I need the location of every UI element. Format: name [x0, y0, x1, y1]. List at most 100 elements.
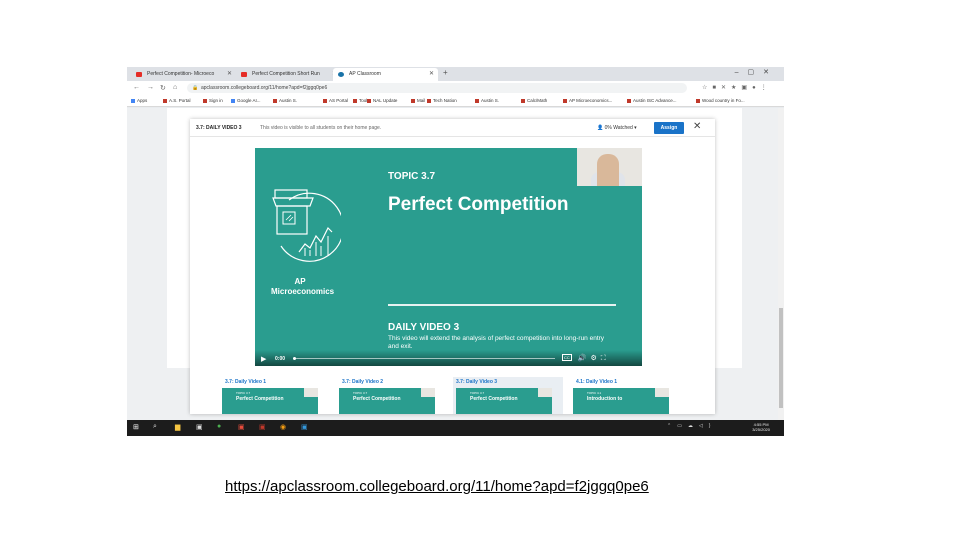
bookmark-item[interactable]: Calc/Math	[521, 98, 547, 103]
address-input[interactable]: 🔒 apclassroom.collegeboard.org/11/home?a…	[187, 83, 687, 93]
taskbar-clock[interactable]: 4:55 PM 3/25/2020	[752, 422, 770, 432]
bookmark-item[interactable]: Google AI...	[231, 98, 261, 103]
thumbnail-label: 3.7: Daily Video 3	[456, 379, 498, 385]
close-tab-icon[interactable]: ✕	[429, 70, 434, 77]
course-name: AP Microeconomics	[271, 277, 335, 296]
new-tab-icon[interactable]: +	[443, 68, 448, 77]
topic-label: TOPIC 3.7	[388, 171, 436, 182]
thumbnail-label: 3.7: Daily Video 2	[342, 379, 384, 385]
office-icon[interactable]: ▣	[238, 423, 245, 431]
bookmark-icon	[411, 99, 415, 103]
thumbnail-label: 3.7: Daily Video 1	[225, 379, 267, 385]
thumbnail-card: TOPIC 3.7 Perfect Competition	[456, 388, 552, 414]
bookmark-icon	[563, 99, 567, 103]
bookmark-icon	[475, 99, 479, 103]
captions-icon[interactable]: CC	[562, 354, 572, 361]
assign-button[interactable]: Assign	[654, 122, 684, 134]
player-icons: CC 🔊⚙⛶	[562, 354, 610, 363]
progress-bar[interactable]	[293, 357, 555, 360]
video-title: Perfect Competition	[388, 194, 569, 215]
bookmark-icon	[231, 99, 235, 103]
thumbnail-webcam	[538, 388, 552, 397]
close-icon[interactable]: ✕	[693, 121, 701, 132]
home-icon[interactable]: ⌂	[173, 84, 177, 91]
video-controls: ▶ 0:00 CC 🔊⚙⛶	[255, 350, 642, 366]
apclassroom-link[interactable]: https://apclassroom.collegeboard.org/11/…	[225, 478, 649, 495]
browser-tab-active[interactable]: AP Classroom ✕	[333, 68, 438, 81]
bookmark-item[interactable]: AS Portal	[323, 98, 348, 103]
presenter-head	[597, 154, 619, 186]
scrollbar-thumb[interactable]	[779, 308, 783, 408]
chrome-icon[interactable]: ◉	[280, 423, 286, 431]
apps-icon	[131, 99, 135, 103]
fullscreen-icon[interactable]: ⛶	[601, 355, 610, 362]
bookmarks-bar: Apps A.S. Portal Sign in Google AI... Au…	[127, 95, 784, 107]
thumbnail-card: TOPIC 4.1 Introduction to	[573, 388, 669, 414]
windows-start-icon[interactable]: ⊞	[133, 423, 139, 431]
bookmark-item[interactable]: Sign in	[203, 98, 223, 103]
thumbnail-item[interactable]: 3.7: Daily Video 1 TOPIC 3.7 Perfect Comp…	[222, 377, 332, 414]
app-icon[interactable]: ▣	[301, 423, 308, 431]
browser-tab[interactable]: Perfect Competition- Microeco ✕	[131, 68, 236, 81]
bookmark-icon	[367, 99, 371, 103]
bookmark-item[interactable]: AP Microeconomics...	[563, 98, 612, 103]
browser-tab[interactable]: Perfect Competition Short Run ✕	[236, 68, 341, 81]
watched-status: 👤 0% Watched ▾	[597, 125, 637, 131]
bookmark-item[interactable]: Austin S.	[273, 98, 297, 103]
modal-title: 3.7: DAILY VIDEO 3	[196, 125, 242, 131]
pdf-icon[interactable]: ▣	[259, 423, 266, 431]
search-icon[interactable]: ⌕	[153, 423, 157, 431]
video-description: This video will extend the analysis of p…	[388, 335, 605, 350]
bookmark-icon	[203, 99, 207, 103]
thumbnail-card: TOPIC 3.7 Perfect Competition	[222, 388, 318, 414]
bookmark-item[interactable]: NAL Update	[367, 98, 397, 103]
bookmark-icon	[627, 99, 631, 103]
thumbnail-item[interactable]: 3.7: Daily Video 2 TOPIC 3.7 Perfect Comp…	[339, 377, 449, 414]
thumbnail-webcam	[421, 388, 435, 397]
browser-tab-bar: Perfect Competition- Microeco ✕ Perfect …	[127, 67, 784, 81]
tab-label: AP Classroom	[349, 71, 381, 77]
bookmark-item[interactable]: Apps	[131, 98, 147, 103]
thumbnail-item-selected[interactable]: 3.7: Daily Video 3 TOPIC 3.7 Perfect Comp…	[453, 377, 563, 414]
modal-header: 3.7: DAILY VIDEO 3 This video is visible…	[190, 119, 715, 137]
daily-video-label: DAILY VIDEO 3	[388, 322, 460, 333]
video-time: 0:00	[275, 356, 286, 362]
store-icon[interactable]: ▣	[196, 423, 203, 431]
divider	[388, 304, 616, 306]
video-player[interactable]: AP Microeconomics TOPIC 3.7 Perfect Comp…	[255, 148, 642, 366]
bookmark-icon	[696, 99, 700, 103]
play-icon[interactable]: ▶	[261, 355, 266, 363]
file-explorer-icon[interactable]: ▆	[175, 423, 180, 431]
bookmark-item[interactable]: Austin S.	[475, 98, 499, 103]
thumbnail-webcam	[304, 388, 318, 397]
settings-icon[interactable]: ⚙	[590, 355, 600, 362]
address-bar-row: ← → ↻ ⌂ 🔒 apclassroom.collegeboard.org/1…	[127, 81, 784, 95]
thumbnail-card: TOPIC 3.7 Perfect Competition	[339, 388, 435, 414]
system-tray-icons[interactable]: ⌃▭☁◁)	[667, 423, 716, 429]
extension-icons[interactable]: ☆■✕★▣●⋮	[702, 84, 772, 91]
ap-icon	[338, 72, 344, 77]
tab-label: Perfect Competition Short Run	[252, 71, 320, 77]
close-tab-icon[interactable]: ✕	[227, 70, 232, 77]
bookmark-icon	[323, 99, 327, 103]
bookmark-item[interactable]: Tech Nation	[427, 98, 457, 103]
video-modal: 3.7: DAILY VIDEO 3 This video is visible…	[190, 119, 715, 414]
youtube-icon	[136, 72, 142, 77]
bookmark-icon	[273, 99, 277, 103]
storefront-chart-icon	[272, 189, 341, 262]
bookmark-item[interactable]: Wood country in Fo...	[696, 98, 745, 103]
bookmark-item[interactable]: Mail	[411, 98, 425, 103]
thumbnail-item[interactable]: 4.1: Daily Video 1 TOPIC 4.1 Introduction…	[573, 377, 683, 414]
back-icon[interactable]: ←	[133, 84, 140, 91]
page-scrollbar[interactable]	[778, 108, 784, 420]
progress-handle[interactable]	[293, 357, 296, 360]
thumbnail-webcam	[655, 388, 669, 397]
bookmark-item[interactable]: A.S. Portal	[163, 98, 191, 103]
bookmark-item[interactable]: Austin ISC Advance...	[627, 98, 677, 103]
volume-icon[interactable]: 🔊	[578, 355, 591, 362]
reload-icon[interactable]: ↻	[160, 84, 166, 92]
forward-icon[interactable]: →	[147, 84, 154, 91]
presenter-webcam	[577, 148, 642, 186]
chrome-alt-icon[interactable]: ●	[217, 423, 221, 430]
window-controls[interactable]: –▢✕	[735, 68, 778, 76]
